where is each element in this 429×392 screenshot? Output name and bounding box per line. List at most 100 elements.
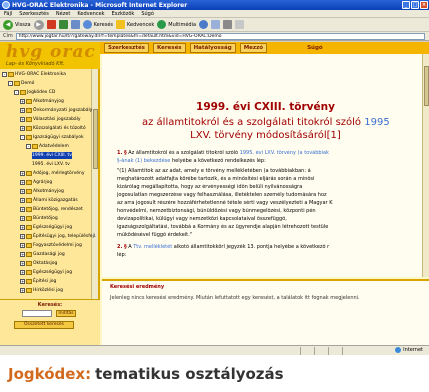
search-start-button[interactable]: Indítás — [56, 310, 76, 317]
tree-item[interactable]: + Alkotmányjog — [20, 188, 64, 195]
menu-help[interactable]: Súgó — [141, 11, 154, 17]
tree-item[interactable]: + Egészségügyi jog — [20, 224, 72, 231]
folder-icon — [26, 171, 32, 176]
tree-scroll-thumb[interactable] — [93, 109, 98, 169]
menu-file[interactable]: Fájl — [4, 11, 12, 17]
folder-icon — [26, 252, 32, 257]
expand-toggle[interactable]: - — [14, 90, 19, 95]
expand-toggle[interactable]: + — [20, 180, 25, 185]
expand-toggle[interactable]: + — [20, 126, 25, 131]
back-button[interactable]: ◀ Vissza — [3, 19, 31, 30]
subtitle-link[interactable]: 1995 — [364, 117, 389, 128]
expand-toggle[interactable]: + — [20, 279, 25, 284]
expand-toggle[interactable]: + — [20, 234, 25, 239]
history-button[interactable] — [199, 20, 209, 29]
menu-favorites[interactable]: Kedvencek — [77, 11, 104, 17]
expand-toggle[interactable]: + — [20, 288, 25, 293]
tree-item[interactable]: + Adójog, mérlegtörvény — [20, 170, 85, 177]
logo-text: hvg orac — [6, 42, 96, 62]
menu-tools[interactable]: Eszközök — [112, 11, 135, 17]
tree-item-label: Egészségügyi jog — [33, 225, 73, 230]
stop-button[interactable] — [46, 20, 56, 29]
folder-icon — [26, 243, 32, 248]
folder-icon — [26, 180, 32, 185]
expand-toggle[interactable]: + — [20, 225, 25, 230]
expand-toggle[interactable]: + — [20, 216, 25, 221]
tree-item[interactable]: - Jogkódex CD — [14, 89, 55, 96]
folder-icon — [26, 189, 32, 194]
law-reference-link[interactable]: Ttv. mellékletét — [133, 244, 172, 250]
tree-item[interactable]: + Egészségügyi jog — [20, 269, 72, 276]
folder-icon — [26, 279, 32, 284]
media-icon — [157, 20, 167, 29]
nav-fields[interactable]: Mezzó — [239, 43, 268, 53]
document-scroll-thumb[interactable] — [424, 66, 429, 106]
edit-button[interactable] — [235, 20, 245, 29]
print-button[interactable] — [223, 20, 233, 29]
advanced-search-button[interactable]: Összetett keresés — [14, 321, 74, 329]
site-logo[interactable]: hvg orac Lap- és Könyvkiadó Kft. — [0, 42, 100, 69]
tree-item[interactable]: + Oktatásjog — [20, 260, 57, 267]
tree-item[interactable]: - Igazságügyi szabályok — [20, 134, 84, 141]
tree-item[interactable]: + Fogyasztóvédelmi jog — [20, 242, 82, 249]
tree-item[interactable]: + Hírközlési jog — [20, 287, 63, 294]
expand-toggle[interactable]: - — [8, 81, 13, 86]
expand-toggle[interactable]: + — [20, 270, 25, 275]
nav-help[interactable]: Súgó — [307, 45, 323, 51]
tree-item[interactable]: - Adatvédelem — [26, 143, 69, 150]
tree-item[interactable]: + Önkormányzati jogszabály — [20, 107, 92, 114]
tree-item[interactable]: + Építésügyi jog, településfejl. — [20, 233, 97, 240]
nav-search[interactable]: Keresés — [152, 43, 186, 53]
forward-button[interactable]: ▶ — [33, 19, 44, 30]
search-button[interactable]: Keresés — [82, 20, 113, 29]
home-button[interactable] — [70, 20, 80, 29]
tree-scrollbar[interactable] — [91, 69, 98, 299]
expand-toggle[interactable]: + — [20, 198, 25, 203]
expand-toggle[interactable]: + — [20, 261, 25, 266]
minimize-button[interactable]: _ — [402, 1, 410, 9]
expand-toggle[interactable]: + — [20, 189, 25, 194]
expand-toggle[interactable]: - — [20, 135, 25, 140]
tree-item[interactable]: + Alkotmányjog — [20, 98, 64, 105]
menu-edit[interactable]: Szerkesztés — [19, 11, 49, 17]
expand-toggle[interactable]: + — [20, 252, 25, 257]
internet-zone-icon — [395, 347, 402, 353]
tree-item[interactable]: - HVG-ORAC Elektronika — [2, 71, 66, 78]
paragraph-text: meghatározott adatfajta körébe tartozik,… — [117, 176, 315, 182]
tree-item[interactable]: + Büntetőjog, rendészet — [20, 206, 83, 213]
media-button[interactable]: Multimédia — [157, 20, 196, 29]
favorites-button[interactable]: Kedvencek — [116, 20, 154, 29]
tree-item[interactable]: - Demó — [8, 80, 34, 87]
tree-item[interactable]: + Agrárjog — [20, 179, 52, 186]
tree-item[interactable]: + Építési jog — [20, 278, 56, 285]
folder-icon — [26, 198, 32, 203]
forward-arrow-icon: ▶ — [33, 19, 44, 30]
expand-toggle[interactable]: + — [20, 243, 25, 248]
tree-item[interactable]: + Állami közigazgatás — [20, 197, 78, 204]
address-input[interactable]: http://www.jogtar.hu/lt/?/gateway.dll?f=… — [15, 32, 425, 40]
nav-validity[interactable]: Hatályosság — [189, 43, 236, 53]
tree-item[interactable]: 1995. évi LXV. tv — [32, 161, 70, 168]
expand-toggle[interactable]: + — [20, 117, 25, 122]
nav-edit[interactable]: Szerkesztés — [104, 43, 149, 53]
expand-toggle[interactable]: - — [2, 72, 7, 77]
law-reference-link[interactable]: §-ának (1) bekezdése — [117, 158, 170, 164]
tree-item[interactable]: + Közszolgálati és tűzoltó — [20, 125, 86, 132]
expand-toggle[interactable]: + — [20, 108, 25, 113]
search-input[interactable] — [22, 310, 52, 317]
close-button[interactable]: × — [420, 1, 428, 9]
expand-toggle[interactable]: - — [26, 144, 31, 149]
refresh-button[interactable] — [58, 20, 68, 29]
mail-button[interactable] — [211, 20, 221, 29]
expand-toggle[interactable]: + — [20, 99, 25, 104]
tree-item[interactable]: + Választási jogszabály — [20, 116, 81, 123]
expand-toggle[interactable]: + — [20, 207, 25, 212]
tree-item[interactable]: + Gazdasági jog — [20, 251, 65, 258]
expand-toggle[interactable]: + — [20, 171, 25, 176]
tree-item[interactable]: 1999. évi CXIII. tv — [32, 152, 72, 159]
law-reference-link[interactable]: 1995. évi LXV. törvény (a továbbiak — [240, 150, 329, 156]
maximize-button[interactable]: □ — [411, 1, 419, 9]
tree-item[interactable]: + Büntetőjog — [20, 215, 58, 222]
menu-view[interactable]: Nézet — [56, 11, 70, 17]
caption-title: Jogkódex: — [8, 364, 92, 383]
